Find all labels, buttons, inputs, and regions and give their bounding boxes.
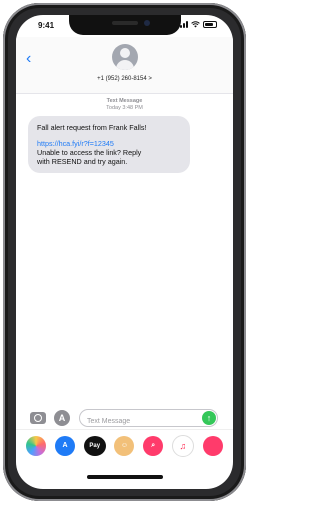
app-store-icon[interactable]: A — [55, 435, 76, 456]
status-icons — [177, 21, 217, 28]
front-camera — [143, 20, 150, 26]
message-timestamp: Today 3:48 PM — [106, 105, 143, 111]
incoming-message-bubble: Fall alert request from Frank Falls! htt… — [28, 116, 190, 173]
status-time: 9:41 — [38, 21, 55, 30]
message-line-1: Fall alert request from Frank Falls! — [37, 123, 147, 132]
camera-icon[interactable] — [30, 412, 46, 424]
phone-screen: 9:41 ‹ +1 (952) 260-8154 > Text Message … — [16, 15, 233, 489]
apple-pay-label: Pay — [89, 442, 101, 449]
speaker — [111, 21, 138, 25]
app-store-icon[interactable]: A — [54, 410, 70, 426]
imessage-app-drawer: A Pay ☺ ⌕ ♫ — [16, 429, 233, 461]
contact-avatar[interactable] — [111, 44, 138, 70]
apple-pay-icon[interactable]: Pay — [83, 435, 106, 456]
conversation-header: ‹ +1 (952) 260-8154 > — [16, 37, 233, 94]
message-type-label: Text Message — [106, 98, 143, 104]
photos-icon[interactable] — [26, 435, 47, 456]
image-search-icon[interactable]: ⌕ — [143, 435, 164, 456]
wifi-icon — [191, 21, 200, 28]
arrow-up-icon[interactable]: ↑ — [202, 411, 216, 425]
notch — [68, 15, 181, 35]
compose-bar: A ↑ — [16, 407, 233, 430]
contact-number[interactable]: +1 (952) 260-8154 > — [16, 76, 233, 82]
message-input-field[interactable]: ↑ — [79, 409, 218, 430]
music-icon[interactable]: ♫ — [171, 434, 194, 457]
avatar-head — [119, 48, 130, 58]
message-line-2: Unable to access the link? Reply — [37, 148, 142, 157]
phone-frame: 9:41 ‹ +1 (952) 260-8154 > Text Message … — [3, 3, 246, 501]
thread-meta: Text Message Today 3:48 PM — [16, 98, 233, 112]
message-link[interactable]: https://hca.fyi/r?f=12345 — [37, 139, 181, 148]
home-indicator[interactable] — [86, 475, 163, 479]
message-line-3: with RESEND and try again. — [37, 157, 128, 166]
chevron-left-icon[interactable]: ‹ — [26, 51, 31, 67]
message-input[interactable] — [80, 413, 197, 430]
avatar-body — [115, 60, 134, 70]
animoji-icon[interactable]: ☺ — [114, 435, 135, 456]
battery-icon — [203, 21, 217, 28]
more-icon[interactable] — [202, 435, 223, 456]
